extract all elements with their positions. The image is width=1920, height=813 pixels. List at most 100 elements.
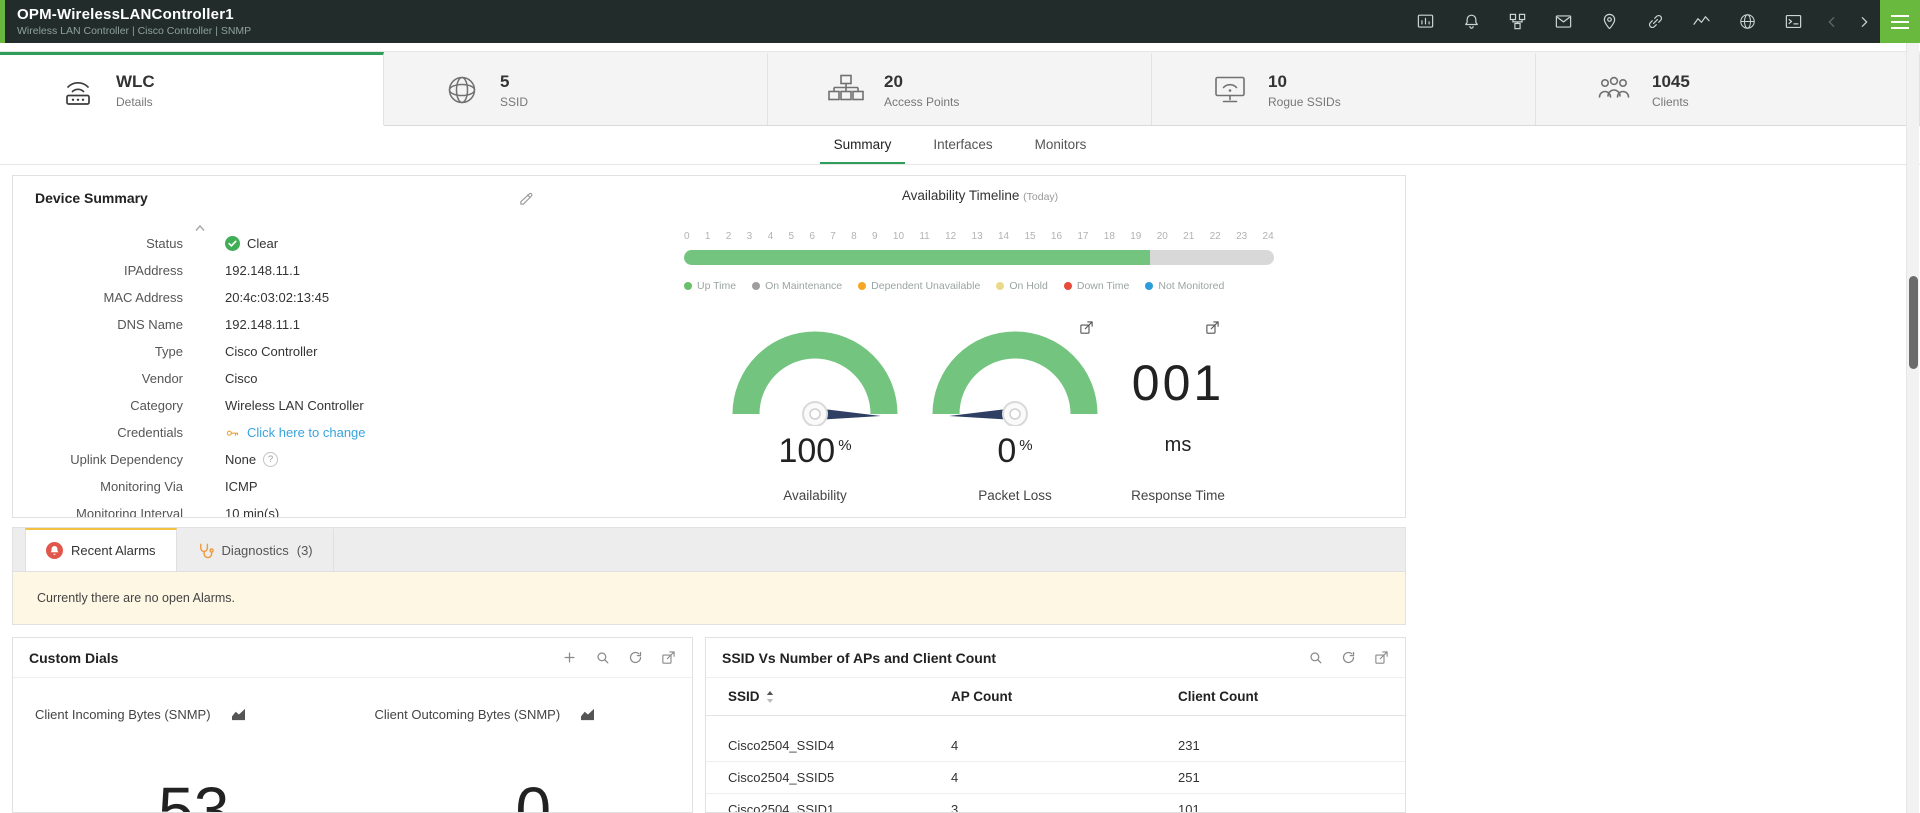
vertical-scrollbar[interactable] xyxy=(1906,43,1919,813)
column-ap-count[interactable]: AP Count xyxy=(951,689,1178,704)
device-tab-ssid[interactable]: 5 SSID xyxy=(384,52,768,125)
console-icon[interactable] xyxy=(1770,0,1816,43)
table-row[interactable]: Cisco2504_SSID5 4 251 xyxy=(706,762,1405,794)
legend-up-time: Up Time xyxy=(684,280,736,292)
reports-icon[interactable] xyxy=(1402,0,1448,43)
legend-dot xyxy=(858,282,866,290)
tab-diagnostics[interactable]: Diagnostics (3) xyxy=(177,528,334,571)
custom-dials-tools xyxy=(562,650,676,665)
packet-loss-label: Packet Loss xyxy=(930,488,1100,503)
legend-dot xyxy=(752,282,760,290)
link-icon[interactable] xyxy=(1632,0,1678,43)
field-value: 192.148.11.1 xyxy=(225,263,300,278)
web-icon[interactable] xyxy=(1724,0,1770,43)
menu-icon[interactable] xyxy=(1880,0,1920,43)
column-ssid[interactable]: SSID xyxy=(728,689,760,704)
field-value: 20:4c:03:02:13:45 xyxy=(225,290,329,305)
field-status: Status Clear xyxy=(13,230,553,257)
location-icon[interactable] xyxy=(1586,0,1632,43)
app-header: OPM-WirelessLANController1 Wireless LAN … xyxy=(0,0,1920,43)
alarms-section: Recent Alarms Diagnostics (3) Currently … xyxy=(12,527,1406,625)
device-summary-title: Device Summary xyxy=(35,190,148,206)
popout-icon[interactable] xyxy=(661,650,676,665)
clients-icon xyxy=(1594,70,1634,110)
sort-icon[interactable] xyxy=(766,691,774,703)
response-time-unit: ms xyxy=(1093,434,1263,457)
legend-dependent-unavailable: Dependent Unavailable xyxy=(858,280,980,292)
cell-ssid: Cisco2504_SSID4 xyxy=(728,738,951,753)
tab-recent-alarms[interactable]: Recent Alarms xyxy=(25,528,177,571)
field-dns-name: DNS Name 192.148.11.1 xyxy=(13,311,553,338)
availability-gauge xyxy=(730,326,900,426)
device-tab-text: 10 Rogue SSIDs xyxy=(1268,72,1341,109)
tab-monitors[interactable]: Monitors xyxy=(1021,126,1101,164)
table-row[interactable]: Cisco2504_SSID1 3 101 xyxy=(706,794,1405,813)
edit-icon[interactable] xyxy=(518,190,535,207)
rogue-ssid-icon xyxy=(1210,70,1250,110)
refresh-icon[interactable] xyxy=(1341,650,1356,665)
availability-timeline-bar[interactable] xyxy=(684,250,1274,265)
packet-loss-gauge xyxy=(930,326,1100,426)
field-vendor: Vendor Cisco xyxy=(13,365,553,392)
device-tab-clients[interactable]: 1045 Clients xyxy=(1536,52,1920,125)
field-value: Wireless LAN Controller xyxy=(225,398,364,413)
status-clear-icon xyxy=(225,236,240,251)
dial-value: 0 xyxy=(375,778,693,813)
field-value: None xyxy=(225,452,256,467)
view-tabs: Summary Interfaces Monitors xyxy=(0,126,1920,165)
credentials-change-link[interactable]: Click here to change xyxy=(247,425,366,440)
table-row[interactable]: Cisco2504_SSID4 4 231 xyxy=(706,730,1405,762)
device-tab-label: Rogue SSIDs xyxy=(1268,95,1341,109)
help-icon[interactable]: ? xyxy=(263,452,278,467)
alarm-bell-icon[interactable] xyxy=(1448,0,1494,43)
dial-label: Client Incoming Bytes (SNMP) xyxy=(35,707,211,722)
performance-icon[interactable] xyxy=(1678,0,1724,43)
popout-icon[interactable] xyxy=(1374,650,1389,665)
ssid-panel-tools xyxy=(1308,650,1389,665)
cell-ap-count: 4 xyxy=(951,770,1178,785)
device-tab-access-points[interactable]: 20 Access Points xyxy=(768,52,1152,125)
device-tab-title: WLC xyxy=(116,72,155,92)
device-tab-text: 1045 Clients xyxy=(1652,72,1690,109)
field-value: 192.148.11.1 xyxy=(225,317,300,332)
field-category: Category Wireless LAN Controller xyxy=(13,392,553,419)
device-summary: Device Summary Status Clear IPAddress 19… xyxy=(13,176,553,517)
device-tab-label: Clients xyxy=(1652,95,1690,109)
search-icon[interactable] xyxy=(1308,650,1323,665)
custom-dials-panel: Custom Dials Client Incoming Bytes (SNMP… xyxy=(12,637,693,813)
device-tab-text: WLC Details xyxy=(116,72,155,109)
dials-body: Client Incoming Bytes (SNMP) 53 Client O… xyxy=(13,678,692,813)
search-icon[interactable] xyxy=(595,650,610,665)
mail-icon[interactable] xyxy=(1540,0,1586,43)
workflow-icon[interactable] xyxy=(1494,0,1540,43)
add-dial-icon[interactable] xyxy=(562,650,577,665)
tab-summary[interactable]: Summary xyxy=(820,126,906,164)
tab-label: Recent Alarms xyxy=(71,543,156,558)
column-client-count[interactable]: Client Count xyxy=(1178,689,1405,704)
cell-client-count: 101 xyxy=(1178,802,1405,813)
device-summary-fields: Status Clear IPAddress 192.148.11.1 MAC … xyxy=(13,230,553,518)
legend-dot xyxy=(996,282,1004,290)
chevron-right-icon[interactable] xyxy=(1848,0,1880,43)
tab-count: (3) xyxy=(297,543,313,558)
legend-dot xyxy=(684,282,692,290)
tab-interfaces[interactable]: Interfaces xyxy=(919,126,1006,164)
gauge-popout-icon[interactable] xyxy=(1205,320,1220,335)
status-value: Clear xyxy=(247,236,278,251)
refresh-icon[interactable] xyxy=(628,650,643,665)
scrollbar-thumb[interactable] xyxy=(1909,276,1918,369)
alarms-empty-message: Currently there are no open Alarms. xyxy=(37,591,235,605)
dial-client-incoming-bytes: Client Incoming Bytes (SNMP) 53 xyxy=(13,678,353,813)
timeline-hour-labels: 0123456789101112131415161718192021222324 xyxy=(684,231,1274,242)
availability-title: Availability Timeline (Today) xyxy=(553,188,1406,203)
alarms-tabbar: Recent Alarms Diagnostics (3) xyxy=(13,528,1405,572)
device-tab-count: 10 xyxy=(1268,72,1341,92)
chevron-left-icon[interactable] xyxy=(1816,0,1848,43)
area-chart-icon[interactable] xyxy=(580,708,595,721)
device-tab-count: 1045 xyxy=(1652,72,1690,92)
device-tab-wlc-details[interactable]: WLC Details xyxy=(0,52,384,125)
device-tab-rogue-ssids[interactable]: 10 Rogue SSIDs xyxy=(1152,52,1536,125)
dial-client-outcoming-bytes: Client Outcoming Bytes (SNMP) 0 xyxy=(353,678,693,813)
area-chart-icon[interactable] xyxy=(231,708,246,721)
device-summary-panel: Device Summary Status Clear IPAddress 19… xyxy=(12,175,1406,518)
